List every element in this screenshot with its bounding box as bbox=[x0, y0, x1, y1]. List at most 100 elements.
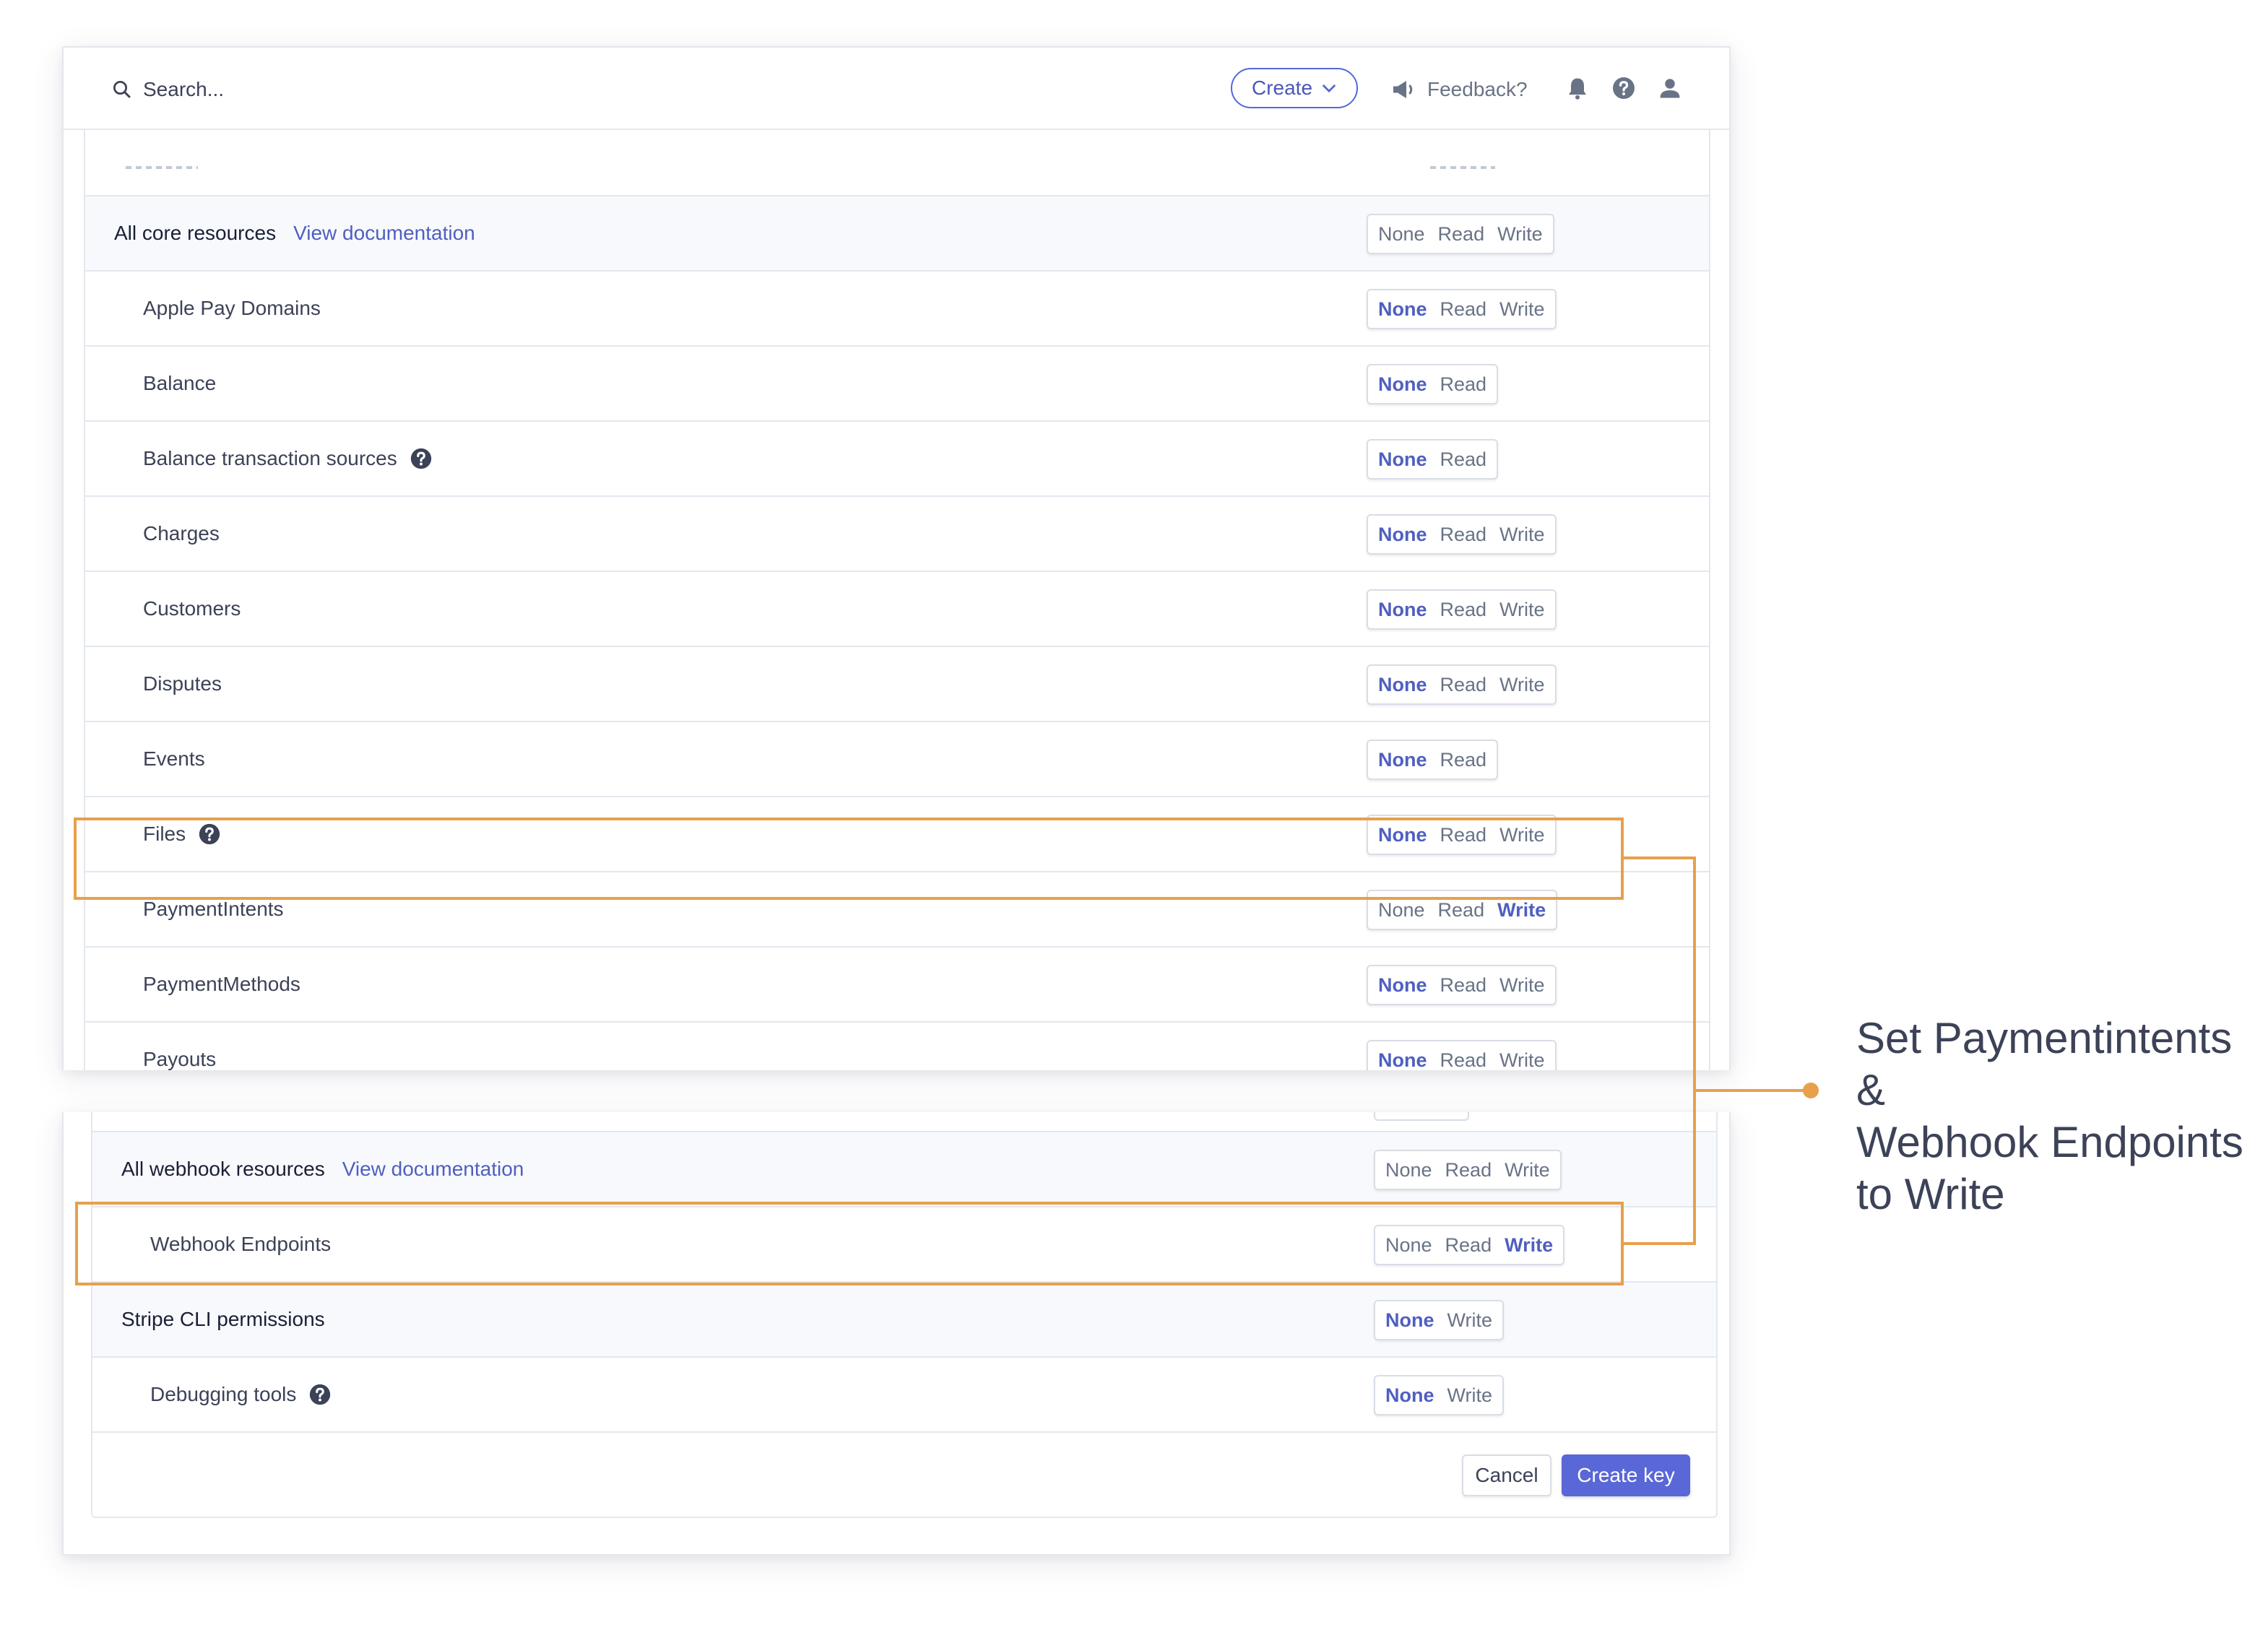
view-documentation-link[interactable]: View documentation bbox=[293, 222, 475, 245]
row-label: All webhook resources bbox=[121, 1158, 325, 1180]
highlight-webhook-endpoints-row bbox=[75, 1202, 1624, 1285]
help-icon[interactable] bbox=[308, 1382, 332, 1407]
permission-option-write[interactable]: Write bbox=[1447, 1384, 1493, 1407]
row-label-group: Disputes bbox=[143, 672, 222, 695]
permissions-panel-top: Create Feedback? All core resources View … bbox=[62, 46, 1731, 1070]
permission-option-none[interactable]: None bbox=[1378, 223, 1425, 246]
permission-option-write[interactable]: Write bbox=[1499, 974, 1545, 997]
row-label: Payouts bbox=[143, 1048, 217, 1070]
form-footer: Cancel Create key bbox=[91, 1433, 1718, 1518]
top-navigation-bar: Create Feedback? bbox=[64, 48, 1729, 130]
permission-toggle: None Write bbox=[1374, 1300, 1505, 1340]
permission-option-write[interactable]: Write bbox=[1499, 298, 1545, 321]
permission-row-balance-transaction-sources: Balance transaction sources None Read bbox=[84, 422, 1710, 497]
help-icon[interactable] bbox=[409, 446, 433, 471]
create-key-button[interactable]: Create key bbox=[1562, 1454, 1690, 1496]
permission-toggle: None Read bbox=[1367, 364, 1499, 404]
row-label-group: Balance transaction sources bbox=[143, 446, 433, 471]
cancel-button[interactable]: Cancel bbox=[1462, 1454, 1551, 1496]
permission-option-none[interactable]: None bbox=[1378, 1049, 1427, 1071]
permission-option-read[interactable]: Read bbox=[1440, 373, 1487, 396]
row-label-group: All webhook resources View documentation bbox=[121, 1158, 524, 1181]
permission-row-customers: Customers None Read Write bbox=[84, 572, 1710, 647]
permission-option-write[interactable]: Write bbox=[1447, 1309, 1493, 1332]
permission-option-read[interactable]: Read bbox=[1440, 599, 1487, 621]
row-label-group: Stripe CLI permissions bbox=[121, 1308, 325, 1331]
permission-option-write[interactable]: Write bbox=[1505, 1159, 1550, 1181]
megaphone-icon bbox=[1393, 81, 1413, 98]
permission-option-read[interactable]: Read bbox=[1440, 974, 1487, 997]
connector-line bbox=[1624, 1242, 1696, 1245]
permission-option-read[interactable]: Read bbox=[1440, 298, 1487, 321]
permission-toggle: None Read Write bbox=[1367, 289, 1557, 329]
webhook-permissions-table: All webhook resources View documentation N… bbox=[91, 1112, 1718, 1518]
feedback-button[interactable]: Feedback? bbox=[1391, 75, 1528, 104]
permission-toggle: None Read bbox=[1367, 740, 1499, 780]
permission-option-write[interactable]: Write bbox=[1499, 599, 1545, 621]
row-label-group: Payouts bbox=[143, 1048, 216, 1070]
annotation-callout: Set Paymentintents & Webhook Endpoints t… bbox=[1856, 1012, 2261, 1220]
permission-option-read[interactable]: Read bbox=[1440, 674, 1487, 696]
row-label-group: Charges bbox=[143, 522, 220, 545]
connector-line bbox=[1693, 856, 1696, 1245]
permission-option-none[interactable]: None bbox=[1378, 524, 1427, 546]
row-label: Debugging tools bbox=[150, 1383, 297, 1405]
permission-option-write[interactable]: Write bbox=[1499, 1049, 1545, 1071]
search-icon bbox=[113, 81, 131, 98]
row-label: Stripe CLI permissions bbox=[121, 1308, 325, 1330]
feedback-label: Feedback? bbox=[1427, 78, 1528, 100]
row-label: All core resources bbox=[114, 222, 277, 244]
permission-option-none[interactable]: None bbox=[1385, 1159, 1432, 1181]
permission-option-none[interactable]: None bbox=[1378, 373, 1427, 396]
permission-toggle: None Read Write bbox=[1367, 664, 1557, 705]
row-label: Events bbox=[143, 747, 205, 770]
create-button[interactable]: Create bbox=[1231, 68, 1358, 108]
section-row-all-webhook-resources: All webhook resources View documentation N… bbox=[91, 1132, 1718, 1207]
permission-option-none[interactable]: None bbox=[1385, 1384, 1434, 1407]
row-label: PaymentMethods bbox=[143, 973, 300, 995]
permission-toggle: None Read Write bbox=[1374, 1150, 1562, 1190]
permission-option-read[interactable]: Read bbox=[1440, 1049, 1487, 1071]
permission-option-none[interactable]: None bbox=[1378, 599, 1427, 621]
scrolled-row-cutoff bbox=[91, 1112, 1718, 1132]
permission-option-none[interactable]: None bbox=[1378, 899, 1425, 921]
row-label-group: Customers bbox=[143, 597, 241, 620]
permission-option-read[interactable]: Read bbox=[1445, 1159, 1492, 1181]
permission-option-read[interactable]: Read bbox=[1440, 448, 1487, 471]
permission-option-write[interactable]: Write bbox=[1497, 223, 1543, 246]
bell-icon[interactable] bbox=[1564, 75, 1590, 101]
callout-line-2: Webhook Endpoints bbox=[1856, 1118, 2243, 1166]
permission-toggle: None Read Write bbox=[1367, 514, 1557, 555]
permission-option-none[interactable]: None bbox=[1378, 974, 1427, 997]
search-input[interactable] bbox=[143, 78, 432, 101]
row-label: Disputes bbox=[143, 672, 222, 695]
callout-line-3: to Write bbox=[1856, 1170, 2005, 1218]
help-icon[interactable] bbox=[1611, 75, 1637, 101]
scrolled-row-cutoff bbox=[84, 130, 1710, 196]
row-label: PaymentIntents bbox=[143, 898, 284, 920]
row-label: Customers bbox=[143, 597, 241, 620]
permission-option-read[interactable]: Read bbox=[1440, 749, 1487, 771]
permission-option-read[interactable]: Read bbox=[1440, 524, 1487, 546]
row-label: Balance bbox=[143, 372, 217, 394]
permission-toggle: None Read bbox=[1367, 439, 1499, 480]
permission-option-read[interactable]: Read bbox=[1438, 223, 1485, 246]
view-documentation-link[interactable]: View documentation bbox=[342, 1158, 524, 1181]
permission-option-none[interactable]: None bbox=[1378, 749, 1427, 771]
row-label-group: Debugging tools bbox=[150, 1382, 332, 1407]
permission-option-read[interactable]: Read bbox=[1438, 899, 1485, 921]
row-label-group: Events bbox=[143, 747, 205, 771]
row-label: Apple Pay Domains bbox=[143, 297, 321, 319]
permission-option-write[interactable]: Write bbox=[1499, 674, 1545, 696]
permission-option-none[interactable]: None bbox=[1378, 674, 1427, 696]
permission-option-none[interactable]: None bbox=[1378, 448, 1427, 471]
permission-row-debugging-tools: Debugging tools None Write bbox=[91, 1358, 1718, 1433]
create-button-label: Create bbox=[1251, 77, 1313, 99]
permission-option-write[interactable]: Write bbox=[1499, 524, 1545, 546]
permission-option-none[interactable]: None bbox=[1385, 1309, 1434, 1332]
user-account-icon[interactable] bbox=[1657, 75, 1683, 101]
connector-line bbox=[1624, 856, 1696, 859]
permission-option-write[interactable]: Write bbox=[1497, 899, 1546, 921]
search-box[interactable] bbox=[111, 77, 432, 103]
permission-option-none[interactable]: None bbox=[1378, 298, 1427, 321]
